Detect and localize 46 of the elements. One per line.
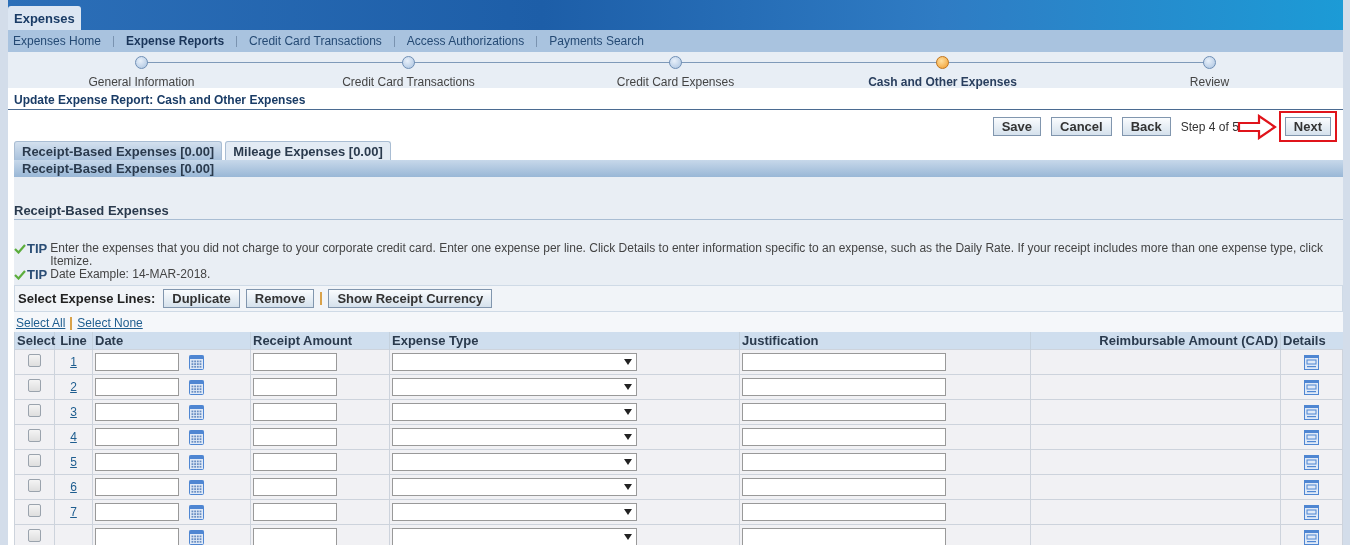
nav-link[interactable]: Expenses Home	[13, 34, 114, 48]
train-step-label: General Information	[88, 75, 195, 89]
nav-link[interactable]: Access Authorizations	[406, 34, 537, 48]
column-header: Justification	[739, 332, 1031, 350]
tip-label: TIP	[14, 268, 48, 281]
nav-link[interactable]: Expense Reports	[126, 34, 237, 48]
train-step-label: Credit Card Expenses	[616, 75, 735, 89]
app-tab[interactable]: Expenses	[8, 6, 81, 30]
next-button[interactable]: Next	[1284, 117, 1331, 136]
nav-link[interactable]: Credit Card Transactions	[249, 34, 394, 48]
line-link[interactable]: 3	[70, 405, 77, 419]
train-step-label: Cash and Other Expenses	[868, 75, 1017, 89]
tab[interactable]: Receipt-Based Expenses [0.00]	[14, 141, 223, 160]
column-header: Receipt Amount	[250, 332, 390, 350]
column-header: Expense Type	[389, 332, 740, 350]
toolbar-label: Select Expense Lines:	[18, 291, 156, 306]
toolbar-button[interactable]: Show Receipt Currency	[328, 289, 493, 308]
selection-link[interactable]: Select None	[77, 316, 143, 330]
column-header: Line	[54, 332, 93, 350]
train-step-label: Credit Card Transactions	[342, 75, 475, 89]
page-title: Update Expense Report: Cash and Other Expenses	[8, 88, 1343, 110]
action-button[interactable]: Save	[992, 117, 1042, 136]
step-indicator: Step 4 of 5	[1180, 119, 1239, 134]
line-link[interactable]: 4	[70, 430, 77, 444]
line-link[interactable]: 5	[70, 455, 77, 469]
tab[interactable]: Mileage Expenses [0.00]	[225, 141, 391, 160]
action-button[interactable]: Cancel	[1051, 117, 1112, 136]
nav-link[interactable]: Payments Search	[549, 34, 656, 48]
toolbar-button[interactable]: Remove	[245, 289, 315, 308]
line-link[interactable]: 1	[70, 355, 77, 369]
section-title: Receipt-Based Expenses	[14, 177, 1343, 220]
column-header: Details	[1280, 332, 1343, 350]
action-button[interactable]: Back	[1121, 117, 1171, 136]
selection-link[interactable]: Select All	[16, 316, 66, 330]
tip-text: Enter the expenses that you did not charge to your corporate credit card. Enter one expense per line. Click Details to enter information specific to an expense, such as the Daily Rate. If your receipt includes more than one expense type, click Itemize.	[50, 242, 1324, 268]
line-link[interactable]: 2	[70, 380, 77, 394]
train-step-label: Review	[1189, 75, 1230, 89]
subheader: Receipt-Based Expenses [0.00]	[14, 160, 1343, 177]
toolbar-button[interactable]: Duplicate	[163, 289, 240, 308]
column-header: Reimbursable Amount (CAD)	[1030, 332, 1281, 350]
line-link[interactable]: 6	[70, 480, 77, 494]
column-header: Date	[92, 332, 251, 350]
tip-text: Date Example: 14-MAR-2018.	[50, 268, 211, 281]
column-header: Select	[14, 332, 55, 350]
tip-label: TIP	[14, 242, 48, 255]
line-link[interactable]: 7	[70, 505, 77, 519]
